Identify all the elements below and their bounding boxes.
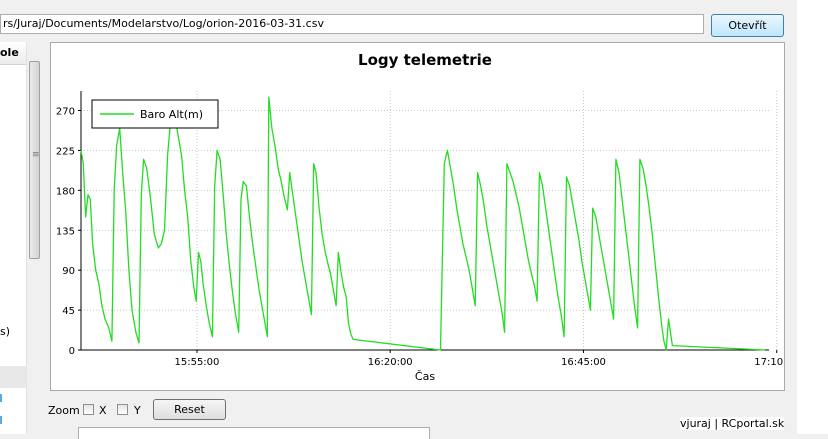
x-tick-label: 17:10:00: [754, 357, 784, 368]
series-line-baro-alt: [80, 96, 766, 351]
y-tick-label: 45: [62, 306, 75, 317]
x-tick-label: 16:20:00: [368, 357, 413, 368]
bottom-input[interactable]: [78, 427, 430, 439]
y-tick-label: 90: [62, 266, 75, 277]
zoom-x-checkbox[interactable]: [83, 404, 94, 415]
y-tick-label: 0: [69, 346, 75, 357]
right-background-strip: [797, 0, 828, 434]
left-selected-row[interactable]: [0, 366, 26, 388]
y-tick-label: 135: [56, 226, 75, 237]
zoom-y-label: Y: [134, 404, 141, 417]
left-panel: ole ≡ s): [0, 42, 43, 434]
left-row-marker: [0, 394, 2, 402]
reset-button[interactable]: Reset: [153, 399, 226, 420]
zoom-label: Zoom: [48, 404, 80, 417]
y-tick-label: 225: [56, 146, 75, 157]
chart-svg: Logy telemetrie 0 45 90 135 180 225 270 15:55:00…: [56, 51, 784, 383]
x-tick-label: 16:45:00: [561, 357, 606, 368]
zoom-y-checkbox[interactable]: [117, 404, 128, 415]
open-button[interactable]: Otevřít: [711, 14, 784, 37]
x-axis-label: Čas: [415, 370, 435, 383]
left-row-marker: [0, 416, 2, 424]
x-tick-label: 15:55:00: [174, 357, 219, 368]
left-column-header[interactable]: ole: [0, 42, 26, 65]
left-list-fragment: s): [0, 325, 11, 338]
grip-icon: ≡: [32, 150, 40, 160]
credit-watermark: vjuraj | RCportal.sk: [680, 417, 785, 430]
telemetry-chart: Logy telemetrie 0 45 90 135 180 225 270 15:55:00…: [50, 42, 785, 391]
left-scrollbar-thumb[interactable]: ≡: [29, 61, 40, 259]
file-path-input[interactable]: rs/Juraj/Documents/Modelarstvo/Log/orion…: [0, 14, 704, 34]
y-tick-label: 180: [56, 186, 75, 197]
zoom-x-label: X: [99, 404, 107, 417]
y-tick-label: 270: [56, 107, 75, 118]
chart-title: Logy telemetrie: [358, 51, 492, 69]
left-scrollbar[interactable]: ≡: [26, 42, 43, 434]
legend-label: Baro Alt(m): [140, 108, 203, 121]
